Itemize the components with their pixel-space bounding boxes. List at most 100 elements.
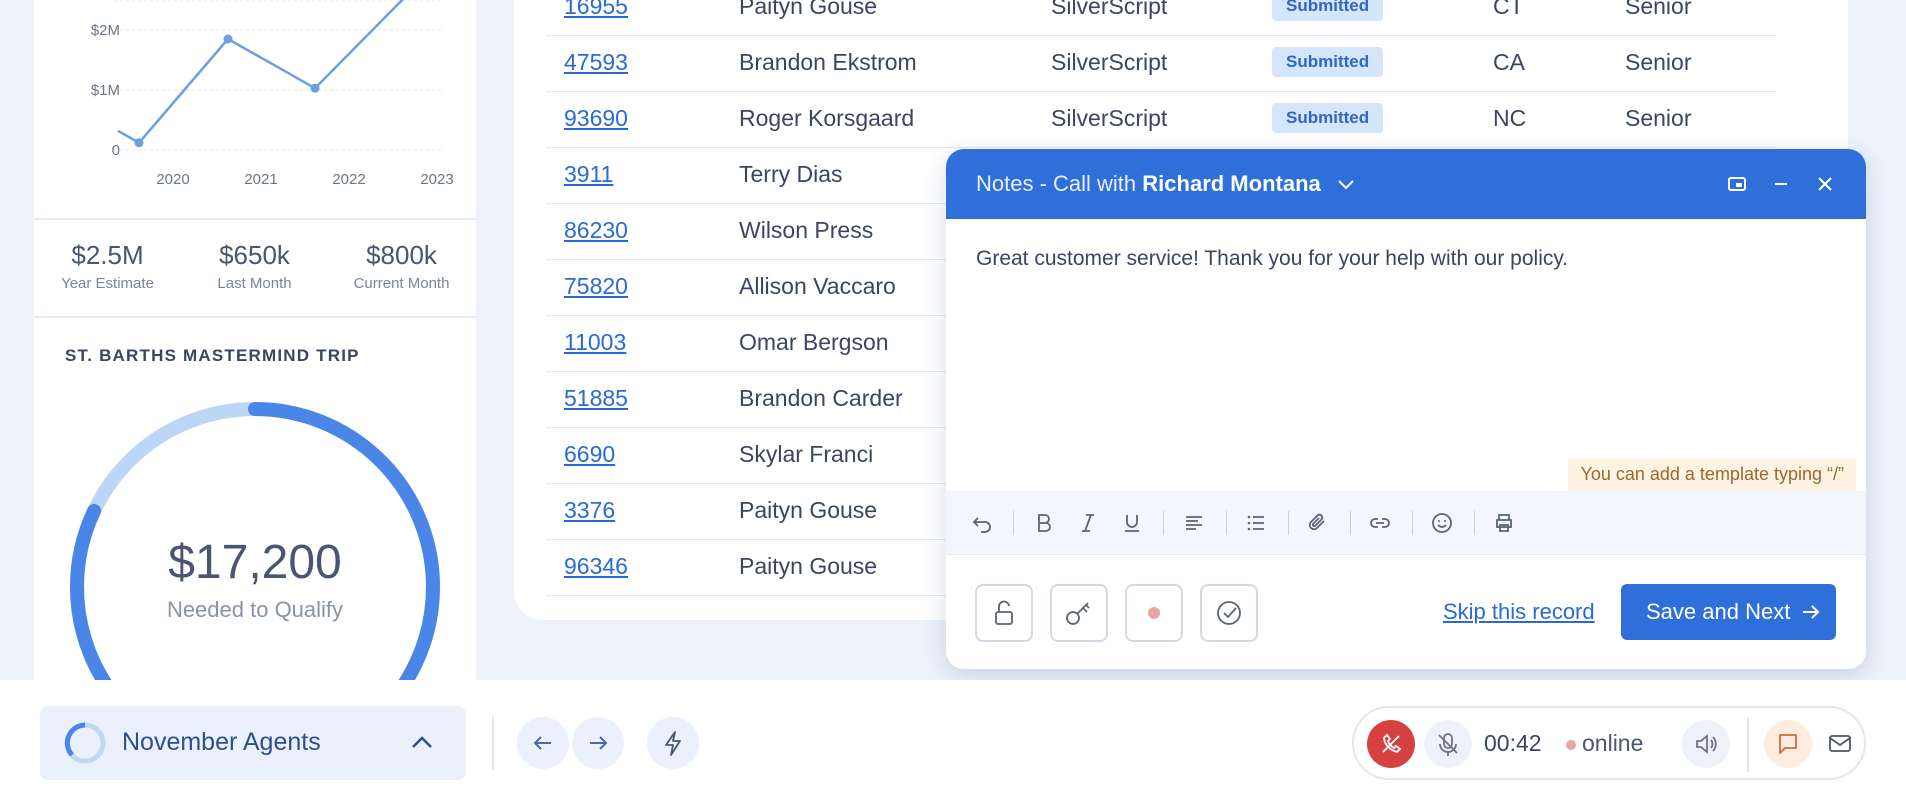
type-cell: Senior — [1625, 105, 1692, 131]
minimize-icon[interactable] — [1768, 171, 1794, 197]
align-left-icon[interactable] — [1182, 511, 1206, 535]
revenue-line-chart: 0 $1M $2M 2020 2021 2022 2023 — [91, 0, 454, 188]
close-icon[interactable] — [1812, 171, 1838, 197]
volume-button[interactable] — [1682, 720, 1730, 768]
data-point — [310, 83, 320, 93]
client-name-cell: Roger Korsgaard — [739, 105, 915, 131]
plan-cell: SilverScript — [1051, 0, 1168, 19]
x-tick-label: 2022 — [332, 171, 365, 188]
chevron-down-icon[interactable] — [1337, 179, 1355, 191]
stat-value: $2.5M — [71, 240, 144, 270]
trip-amount: $17,200 — [168, 536, 342, 589]
y-tick-label: $2M — [91, 22, 120, 39]
key-icon — [1066, 602, 1090, 625]
notes-title-prefix: Notes - Call with — [976, 171, 1143, 196]
status-badge: Submitted — [1272, 103, 1384, 133]
stat-label: Last Month — [217, 275, 292, 292]
save-and-next-label: Save and Next — [1646, 599, 1791, 624]
notes-textarea[interactable]: Great customer service! Thank you for yo… — [976, 247, 1568, 271]
unlock-icon — [995, 600, 1013, 625]
policy-id-link[interactable]: 11003 — [564, 329, 626, 356]
policy-id-link[interactable]: 96346 — [564, 553, 628, 580]
attachment-icon[interactable] — [1306, 511, 1330, 535]
policy-id-link[interactable]: 3376 — [564, 497, 615, 524]
email-button[interactable] — [1820, 720, 1860, 768]
type-cell: Senior — [1625, 49, 1692, 75]
key-button[interactable] — [1050, 584, 1108, 642]
emoji-icon[interactable] — [1430, 511, 1454, 535]
print-icon[interactable] — [1492, 511, 1516, 535]
policy-id-link[interactable]: 16955 — [564, 0, 628, 20]
status-badge: Submitted — [1272, 47, 1384, 77]
notes-contact-name: Richard Montana — [1142, 171, 1321, 196]
policy-id-link[interactable]: 6690 — [564, 441, 615, 468]
call-controls: 00:42 online — [1352, 706, 1866, 780]
client-name-cell: Brandon Carder — [739, 385, 903, 411]
status-text: online — [1582, 730, 1644, 756]
toolbar-divider — [1350, 511, 1351, 535]
stat-label: Year Estimate — [61, 275, 154, 292]
bottom-bar: November Agents 00:42 online — [0, 680, 1906, 806]
notes-title[interactable]: Notes - Call with Richard Montana — [976, 171, 1355, 197]
toolbar-divider — [1163, 511, 1164, 535]
chevron-up-icon[interactable] — [410, 733, 434, 751]
stat-value: $800k — [366, 240, 437, 270]
stat-value: $650k — [219, 240, 290, 270]
client-name-cell: Wilson Press — [739, 217, 874, 243]
plan-cell: SilverScript — [1051, 105, 1168, 131]
chat-button[interactable] — [1764, 720, 1812, 768]
toolbar-divider — [1013, 511, 1014, 535]
link-icon[interactable] — [1368, 511, 1392, 535]
y-tick-label: $1M — [91, 82, 120, 99]
bottom-divider — [492, 716, 494, 770]
italic-icon[interactable] — [1076, 511, 1100, 535]
policy-id-link[interactable]: 93690 — [564, 105, 628, 132]
policy-id-link[interactable]: 86230 — [564, 217, 628, 244]
formatting-toolbar — [946, 491, 1866, 555]
trip-title: ST. BARTHS MASTERMIND TRIP — [65, 346, 360, 365]
quick-action-button[interactable] — [647, 717, 699, 769]
next-button[interactable] — [572, 717, 624, 769]
table-row: 16955 Paityn Gouse SilverScript Submitted CT… — [546, 0, 1776, 36]
x-tick-label: 2021 — [244, 171, 277, 188]
template-hint: You can add a template typing “/” — [1568, 458, 1856, 491]
state-cell: CT — [1493, 0, 1524, 19]
progress-spinner-icon — [64, 722, 106, 764]
unlock-button[interactable] — [975, 584, 1033, 642]
undo-icon[interactable] — [970, 511, 994, 535]
x-tick-label: 2023 — [420, 171, 453, 188]
state-cell: CA — [1493, 49, 1525, 75]
policy-id-link[interactable]: 47593 — [564, 49, 628, 76]
qualify-progress-ring — [70, 402, 440, 680]
complete-button[interactable] — [1200, 584, 1258, 642]
toolbar-divider — [1226, 511, 1227, 535]
check-circle-icon — [1217, 601, 1241, 625]
client-name-cell: Paityn Gouse — [739, 497, 878, 523]
mic-off-icon — [1438, 733, 1458, 756]
toolbar-divider — [1288, 511, 1289, 535]
left-panel: 0 $1M $2M 2020 2021 2022 2023 $2.5M Year Estim… — [34, 0, 476, 680]
record-button[interactable] — [1125, 584, 1183, 642]
table-row: 93690 Roger Korsgaard SilverScript Submitte… — [546, 92, 1776, 148]
notes-header: Notes - Call with Richard Montana — [946, 149, 1866, 219]
chat-icon — [1779, 734, 1797, 754]
y-tick-label: 0 — [112, 142, 120, 159]
campaign-selector[interactable]: November Agents — [40, 706, 466, 780]
bullet-list-icon[interactable] — [1244, 511, 1268, 535]
mail-icon — [1829, 735, 1851, 752]
save-and-next-button[interactable]: Save and Next — [1621, 584, 1836, 640]
picture-in-picture-icon[interactable] — [1724, 171, 1750, 197]
policy-id-link[interactable]: 3911 — [564, 161, 613, 188]
bold-icon[interactable] — [1032, 511, 1056, 535]
campaign-name: November Agents — [122, 728, 321, 756]
previous-button[interactable] — [517, 717, 569, 769]
skip-record-link[interactable]: Skip this record — [1443, 599, 1595, 625]
client-name-cell: Allison Vaccaro — [739, 273, 896, 299]
hang-up-button[interactable] — [1367, 720, 1415, 768]
call-divider — [1747, 718, 1749, 772]
status-badge: Submitted — [1272, 0, 1384, 21]
underline-icon[interactable] — [1120, 511, 1144, 535]
policy-id-link[interactable]: 75820 — [564, 273, 628, 300]
mute-button[interactable] — [1424, 720, 1472, 768]
policy-id-link[interactable]: 51885 — [564, 385, 628, 412]
